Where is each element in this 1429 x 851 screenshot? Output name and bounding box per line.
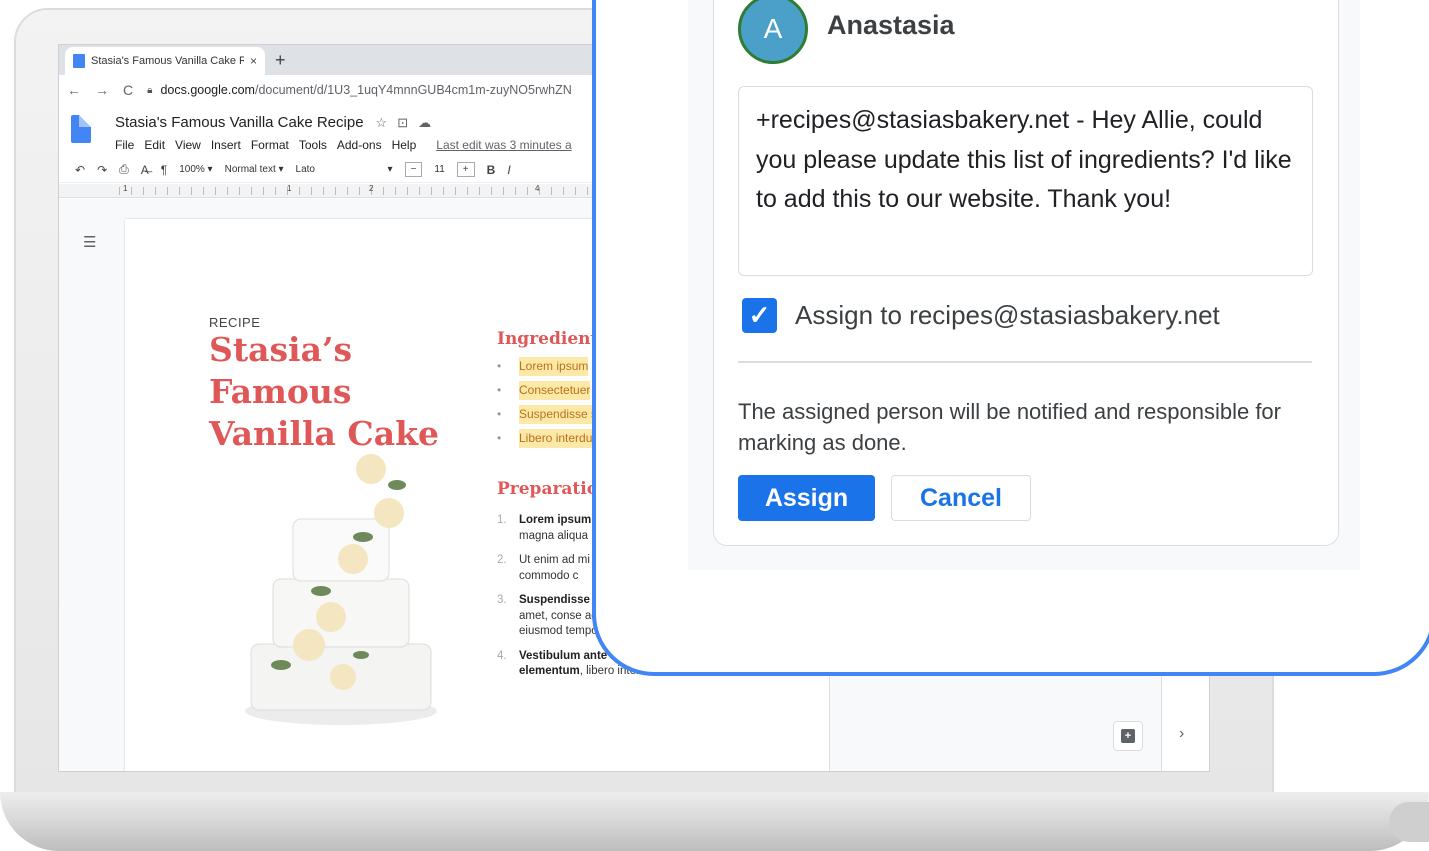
tab-title: Stasia's Famous Vanilla Cake R (91, 55, 244, 67)
font-select[interactable]: Lato (296, 164, 376, 175)
font-size-decrease[interactable]: − (404, 162, 423, 177)
menu-insert[interactable]: Insert (211, 138, 241, 152)
doc-title-row: Stasia's Famous Vanilla Cake Recipe ☆ ⊡ … (115, 114, 431, 131)
url-input[interactable]: 🔒︎ docs.google.com/document/d/1U3_1uqY4m… (147, 83, 572, 97)
new-tab-button[interactable]: + (275, 50, 286, 71)
assign-row: ✓ Assign to recipes@stasiasbakery.net (742, 298, 1220, 333)
comment-input[interactable]: +recipes@stasiasbakery.net - Hey Allie, … (738, 86, 1313, 276)
cake-image (245, 454, 437, 725)
assign-notice: The assigned person will be notified and… (738, 399, 1281, 455)
redo-icon[interactable]: ↷ (97, 163, 107, 177)
url-path: /document/d/1U3_1uqY4mnnGUB4cm1m-zuyNO5r… (254, 83, 572, 97)
reload-icon[interactable]: C (123, 82, 133, 98)
ruler-number: 2 (369, 184, 374, 193)
chevron-right-icon[interactable]: › (1179, 725, 1184, 743)
menu-bar: File Edit View Insert Format Tools Add-o… (115, 138, 572, 152)
ruler-number: 1 (287, 184, 292, 193)
laptop-base (0, 792, 1429, 851)
add-comment-button[interactable]: + (1113, 721, 1143, 751)
font-dropdown-icon[interactable]: ▾ (388, 164, 393, 175)
undo-icon[interactable]: ↶ (75, 163, 85, 177)
divider (738, 361, 1312, 363)
ruler-number: 1 (123, 184, 128, 193)
outline-icon[interactable]: ☰ (83, 233, 96, 251)
list-item: Libero interdu (497, 429, 597, 455)
list-item: Consectetuer (497, 381, 597, 407)
url-host: docs.google.com (160, 83, 255, 97)
cloud-status-icon: ☁ (418, 114, 432, 130)
font-size-input[interactable]: 11 (434, 164, 444, 175)
star-icon[interactable]: ☆ (376, 115, 388, 131)
print-icon[interactable]: ⎙ (119, 162, 129, 177)
zoom-select[interactable]: 100% ▾ (179, 164, 212, 175)
move-folder-icon[interactable]: ⊡ (397, 115, 408, 131)
menu-help[interactable]: Help (392, 138, 417, 152)
cancel-button[interactable]: Cancel (891, 475, 1031, 521)
doc-title[interactable]: Stasia's Famous Vanilla Cake Recipe (115, 114, 364, 131)
paint-format-icon[interactable]: ¶ (161, 163, 167, 177)
bold-button[interactable]: B (487, 163, 496, 177)
back-icon[interactable]: ← (67, 82, 81, 98)
menu-edit[interactable]: Edit (144, 138, 165, 152)
assign-checkbox[interactable]: ✓ (742, 298, 777, 333)
italic-button[interactable]: I (507, 163, 510, 177)
browser-tab[interactable]: Stasia's Famous Vanilla Cake R × (65, 47, 265, 75)
forward-icon[interactable]: → (95, 82, 109, 98)
spellcheck-icon[interactable]: A̶ (141, 163, 149, 177)
last-edit-link[interactable]: Last edit was 3 minutes a (436, 138, 571, 152)
list-item: Lorem ipsum (497, 357, 597, 383)
comment-card: A Anastasia +recipes@stasiasbakery.net -… (713, 0, 1339, 546)
assign-label: Assign to recipes@stasiasbakery.net (795, 300, 1220, 330)
close-icon[interactable]: × (250, 54, 257, 68)
comment-author: Anastasia (827, 10, 955, 40)
menu-tools[interactable]: Tools (299, 138, 327, 152)
font-size-increase[interactable]: + (456, 162, 475, 177)
add-comment-icon: + (1121, 729, 1135, 743)
docs-favicon-icon (73, 54, 85, 68)
menu-file[interactable]: File (115, 138, 134, 152)
avatar: A (738, 0, 808, 64)
docs-logo-icon[interactable] (71, 115, 91, 143)
ingredients-list: Lorem ipsum Consectetuer Suspendisse s L… (497, 357, 598, 455)
style-select[interactable]: Normal text ▾ (225, 164, 284, 175)
zoom-callout: A Anastasia +recipes@stasiasbakery.net -… (592, 0, 1429, 676)
recipe-kicker: RECIPE (209, 315, 261, 330)
lock-icon: 🔒︎ (147, 84, 153, 96)
ruler-ticks (119, 187, 599, 195)
list-item: Suspendisse s (497, 405, 598, 431)
ruler-number: 4 (535, 184, 540, 193)
menu-view[interactable]: View (175, 138, 201, 152)
menu-format[interactable]: Format (251, 138, 289, 152)
menu-addons[interactable]: Add-ons (337, 138, 382, 152)
assign-button[interactable]: Assign (738, 475, 875, 521)
